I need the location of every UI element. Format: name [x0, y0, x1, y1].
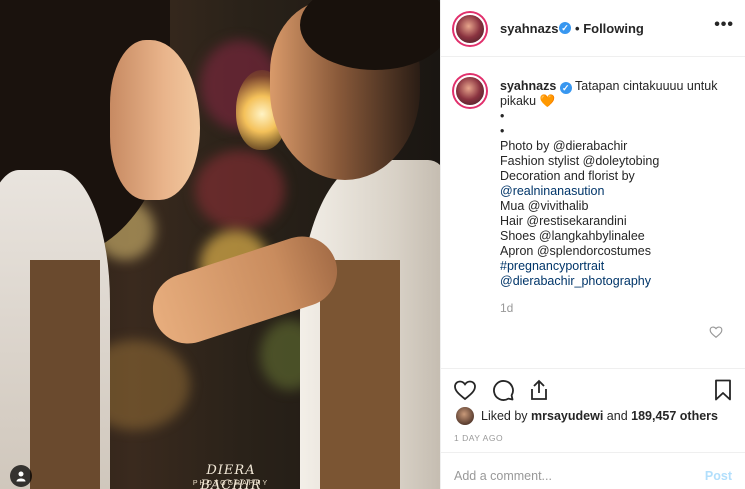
caption-line: Tatapan cintakuuuu untuk — [575, 79, 718, 93]
likes-count-link[interactable]: 189,457 others — [631, 409, 718, 423]
verified-badge-icon: ✓ — [559, 22, 571, 34]
caption-hashtag-link[interactable]: #pregnancyportrait — [500, 259, 736, 274]
bokeh-light — [195, 150, 285, 230]
comment-icon[interactable] — [491, 378, 515, 402]
caption-line: Shoes @langkahbylinalee — [500, 229, 645, 243]
caption-line: Apron @splendorcostumes — [500, 244, 651, 258]
share-icon[interactable] — [527, 378, 551, 402]
woman-face — [110, 40, 200, 200]
caption-line: Photo by @dierabachir — [500, 139, 628, 153]
likes-connector: and — [606, 409, 628, 423]
caption-line: Hair @restisekarandini — [500, 214, 627, 228]
comment-input[interactable]: Add a comment... — [454, 469, 552, 483]
post-caption: syahnazs ✓ Tatapan cintakuuuu untuk pika… — [441, 57, 745, 368]
post-photo[interactable]: DIERA BACHIR PHOTOGRAPHY — [0, 0, 440, 489]
following-label: Following — [583, 21, 644, 36]
user-tag-icon[interactable] — [10, 465, 32, 487]
caption-age: 1d — [500, 301, 514, 315]
like-caption-heart-icon[interactable] — [709, 325, 723, 339]
post-comment-button[interactable]: Post — [705, 469, 732, 483]
caption-username[interactable]: syahnazs — [500, 79, 556, 93]
liker-username[interactable]: mrsayudewi — [531, 409, 603, 423]
likes-summary: Liked by mrsayudewi and 189,457 others — [441, 404, 745, 428]
woman-apron — [30, 260, 100, 489]
caption-line: Mua @vivithalib — [500, 199, 589, 213]
photographer-watermark-sub: PHOTOGRAPHY — [192, 480, 270, 487]
caption-author-avatar[interactable] — [452, 73, 488, 109]
bookmark-icon[interactable] — [711, 378, 735, 402]
caption-line: Fashion stylist @doleytobing — [500, 154, 660, 168]
caption-text: syahnazs ✓ Tatapan cintakuuuu untuk pika… — [500, 79, 736, 289]
caption-line: Decoration and florist by — [500, 169, 635, 183]
caption-line: • — [500, 124, 505, 138]
caption-line: pikaku — [500, 94, 537, 108]
caption-mention-link[interactable]: @realninanasution — [500, 184, 736, 199]
likes-prefix: Liked by — [481, 409, 528, 423]
more-options-icon[interactable]: ••• — [714, 16, 734, 34]
verified-badge-icon: ✓ — [559, 82, 572, 94]
comment-box: Add a comment... Post — [441, 452, 745, 489]
caption-mention-link[interactable]: @dierabachir_photography — [500, 274, 736, 289]
following-button[interactable]: • Following — [575, 21, 644, 36]
post-header: syahnazs ✓ • Following ••• — [441, 0, 745, 57]
caption-line: • — [500, 109, 505, 123]
post-timestamp[interactable]: 1 DAY AGO — [454, 433, 503, 443]
author-avatar[interactable] — [452, 11, 488, 47]
orange-heart-icon: 🧡 — [539, 94, 556, 108]
post-side-panel: syahnazs ✓ • Following ••• syahnazs ✓ Ta… — [440, 0, 745, 489]
separator-dot: • — [575, 21, 580, 36]
man-apron — [320, 260, 400, 489]
author-username[interactable]: syahnazs — [500, 21, 559, 36]
liker-avatar[interactable] — [456, 407, 474, 425]
action-bar — [441, 368, 745, 408]
heart-icon[interactable] — [453, 378, 477, 402]
